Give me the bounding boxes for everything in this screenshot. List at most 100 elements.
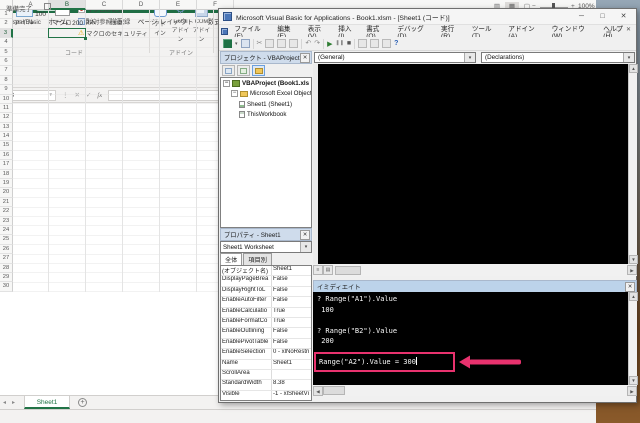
column-header-B[interactable]: B bbox=[49, 0, 86, 10]
mdi-window-controls[interactable]: ▁ □ ✕ bbox=[606, 26, 633, 33]
property-value[interactable]: False bbox=[272, 287, 311, 296]
tree-item-2[interactable]: Sheet1 (Sheet1) bbox=[221, 99, 311, 110]
column-header-D[interactable]: D bbox=[123, 0, 160, 10]
row-header-29[interactable]: 29 bbox=[0, 272, 13, 283]
immediate-vscrollbar[interactable]: ▲ ▼ bbox=[628, 292, 638, 385]
property-row[interactable]: DisplayRightToL False bbox=[221, 286, 311, 298]
properties-window-icon[interactable] bbox=[382, 39, 392, 48]
property-row[interactable]: Visible -1 - xlSheetVi bbox=[221, 390, 311, 400]
row-header-30[interactable]: 30 bbox=[0, 282, 13, 292]
code-editor[interactable]: ▲ ▼ bbox=[313, 64, 638, 264]
sheet-nav-right-icon[interactable]: ▸ bbox=[9, 399, 18, 406]
module-view-button[interactable]: ▤ bbox=[323, 265, 333, 275]
cut-icon[interactable]: ✂ bbox=[257, 39, 263, 48]
row-header-11[interactable]: 11 bbox=[0, 103, 13, 114]
row-header-19[interactable]: 19 bbox=[0, 179, 13, 189]
property-row[interactable]: EnableOutlining False bbox=[221, 328, 311, 339]
vba-undo-icon[interactable]: ↶ bbox=[305, 39, 311, 48]
imm-scroll-right-icon[interactable]: ▶ bbox=[627, 385, 637, 396]
property-row[interactable]: Name Sheet1 bbox=[221, 359, 311, 370]
toggle-folders-button[interactable] bbox=[252, 65, 265, 76]
code-scroll-right-icon[interactable]: ▶ bbox=[627, 265, 637, 275]
fill-handle[interactable] bbox=[84, 36, 87, 40]
row-header-25[interactable]: 25 bbox=[0, 235, 13, 245]
project-explorer-header[interactable]: プロジェクト - VBAProject ✕ bbox=[220, 51, 312, 64]
code-hscroll-thumb[interactable] bbox=[335, 265, 361, 275]
property-row[interactable]: DisplayPageBrea False bbox=[221, 276, 311, 287]
paste-icon[interactable] bbox=[277, 39, 287, 48]
row-header-18[interactable]: 18 bbox=[0, 169, 13, 180]
tree-item-1[interactable]: − Microsoft Excel Object bbox=[221, 89, 311, 100]
procedure-combo[interactable]: (Declarations) ▾ bbox=[481, 52, 635, 63]
insert-object-dropdown-icon[interactable]: ▾ bbox=[235, 41, 238, 47]
property-value[interactable]: 8.38 bbox=[272, 380, 311, 389]
design-mode-icon[interactable] bbox=[358, 39, 368, 48]
sheet-nav-left-icon[interactable]: ◂ bbox=[0, 399, 9, 406]
property-value[interactable]: False bbox=[272, 297, 311, 306]
property-value[interactable]: False bbox=[272, 339, 311, 348]
view-excel-icon[interactable] bbox=[223, 39, 232, 48]
row-header-9[interactable]: 9 bbox=[0, 85, 13, 95]
sheet-tab-sheet1[interactable]: Sheet1 bbox=[24, 396, 71, 409]
property-value[interactable]: False bbox=[272, 276, 311, 285]
immediate-input-line[interactable]: Range("A2").Value = 300 bbox=[319, 357, 417, 366]
row-header-17[interactable]: 17 bbox=[0, 160, 13, 170]
accessibility-icon[interactable] bbox=[44, 3, 51, 10]
row-header-2[interactable]: 2 bbox=[0, 19, 13, 29]
selected-cell-B3[interactable] bbox=[48, 27, 86, 39]
property-row[interactable]: EnableFormatCo True bbox=[221, 317, 311, 329]
row-header-8[interactable]: 8 bbox=[0, 75, 13, 86]
reset-icon[interactable]: ■ bbox=[347, 40, 351, 47]
column-header-C[interactable]: C bbox=[86, 0, 123, 10]
tab-alphabetic[interactable]: 全体 bbox=[220, 253, 243, 265]
imm-scroll-up-icon[interactable]: ▲ bbox=[629, 292, 638, 301]
immediate-hscrollbar[interactable]: ◀ ▶ bbox=[313, 385, 637, 396]
view-object-button[interactable] bbox=[237, 65, 250, 76]
vba-save-icon[interactable] bbox=[240, 39, 250, 48]
imm-hscroll-thumb[interactable] bbox=[323, 386, 345, 395]
imm-scroll-down-icon[interactable]: ▼ bbox=[629, 376, 638, 385]
row-header-22[interactable]: 22 bbox=[0, 207, 13, 217]
row-header-15[interactable]: 15 bbox=[0, 141, 13, 151]
tab-categorized[interactable]: 項目別 bbox=[243, 253, 272, 265]
properties-header[interactable]: プロパティ - Sheet1 ✕ bbox=[220, 228, 312, 241]
property-value[interactable]: True bbox=[272, 308, 311, 317]
code-vscrollbar[interactable]: ▲ ▼ bbox=[628, 64, 638, 264]
row-header-16[interactable]: 16 bbox=[0, 150, 13, 161]
property-row[interactable]: EnableSelection 0 - xlNoRestri bbox=[221, 349, 311, 360]
view-code-button[interactable] bbox=[222, 65, 235, 76]
row-header-10[interactable]: 10 bbox=[0, 94, 13, 104]
row-header-20[interactable]: 20 bbox=[0, 188, 13, 198]
property-value[interactable]: Sheet1 bbox=[272, 266, 311, 275]
row-header-4[interactable]: 4 bbox=[0, 38, 13, 48]
procedure-view-button[interactable]: ≡ bbox=[313, 265, 323, 275]
property-row[interactable]: ScrollArea bbox=[221, 369, 311, 381]
vba-minimize-button[interactable]: ─ bbox=[571, 10, 592, 23]
property-value[interactable]: True bbox=[272, 318, 311, 327]
tree-item-3[interactable]: ThisWorkbook bbox=[221, 110, 311, 121]
scroll-down-icon[interactable]: ▼ bbox=[629, 255, 638, 264]
property-row[interactable]: EnablePivotTable False bbox=[221, 338, 311, 350]
imm-scroll-left-icon[interactable]: ◀ bbox=[313, 385, 323, 396]
property-value[interactable] bbox=[272, 370, 311, 379]
property-value[interactable]: 0 - xlNoRestri bbox=[272, 349, 311, 358]
vba-maximize-button[interactable]: □ bbox=[592, 10, 613, 23]
row-header-13[interactable]: 13 bbox=[0, 122, 13, 133]
run-icon[interactable]: ▶ bbox=[327, 40, 332, 48]
property-value[interactable]: False bbox=[272, 328, 311, 337]
property-row[interactable]: (オブジェクト名) Sheet1 bbox=[221, 266, 311, 277]
vba-close-button[interactable]: ✕ bbox=[613, 10, 634, 23]
immediate-close-icon[interactable]: ✕ bbox=[625, 282, 635, 292]
property-row[interactable]: EnableCalculatio True bbox=[221, 307, 311, 318]
property-row[interactable]: EnableAutoFilter False bbox=[221, 297, 311, 308]
row-header-23[interactable]: 23 bbox=[0, 216, 13, 226]
cell-area[interactable]: 100 200 bbox=[13, 10, 234, 292]
row-header-26[interactable]: 26 bbox=[0, 244, 13, 255]
row-header-3[interactable]: 3 bbox=[0, 28, 13, 39]
object-combo[interactable]: (General) ▾ bbox=[314, 52, 476, 63]
property-value[interactable]: Sheet1 bbox=[272, 360, 311, 369]
row-header-27[interactable]: 27 bbox=[0, 254, 13, 264]
scroll-up-icon[interactable]: ▲ bbox=[629, 64, 638, 73]
find-icon[interactable] bbox=[289, 39, 299, 48]
break-icon[interactable]: ❚❚ bbox=[336, 39, 344, 48]
